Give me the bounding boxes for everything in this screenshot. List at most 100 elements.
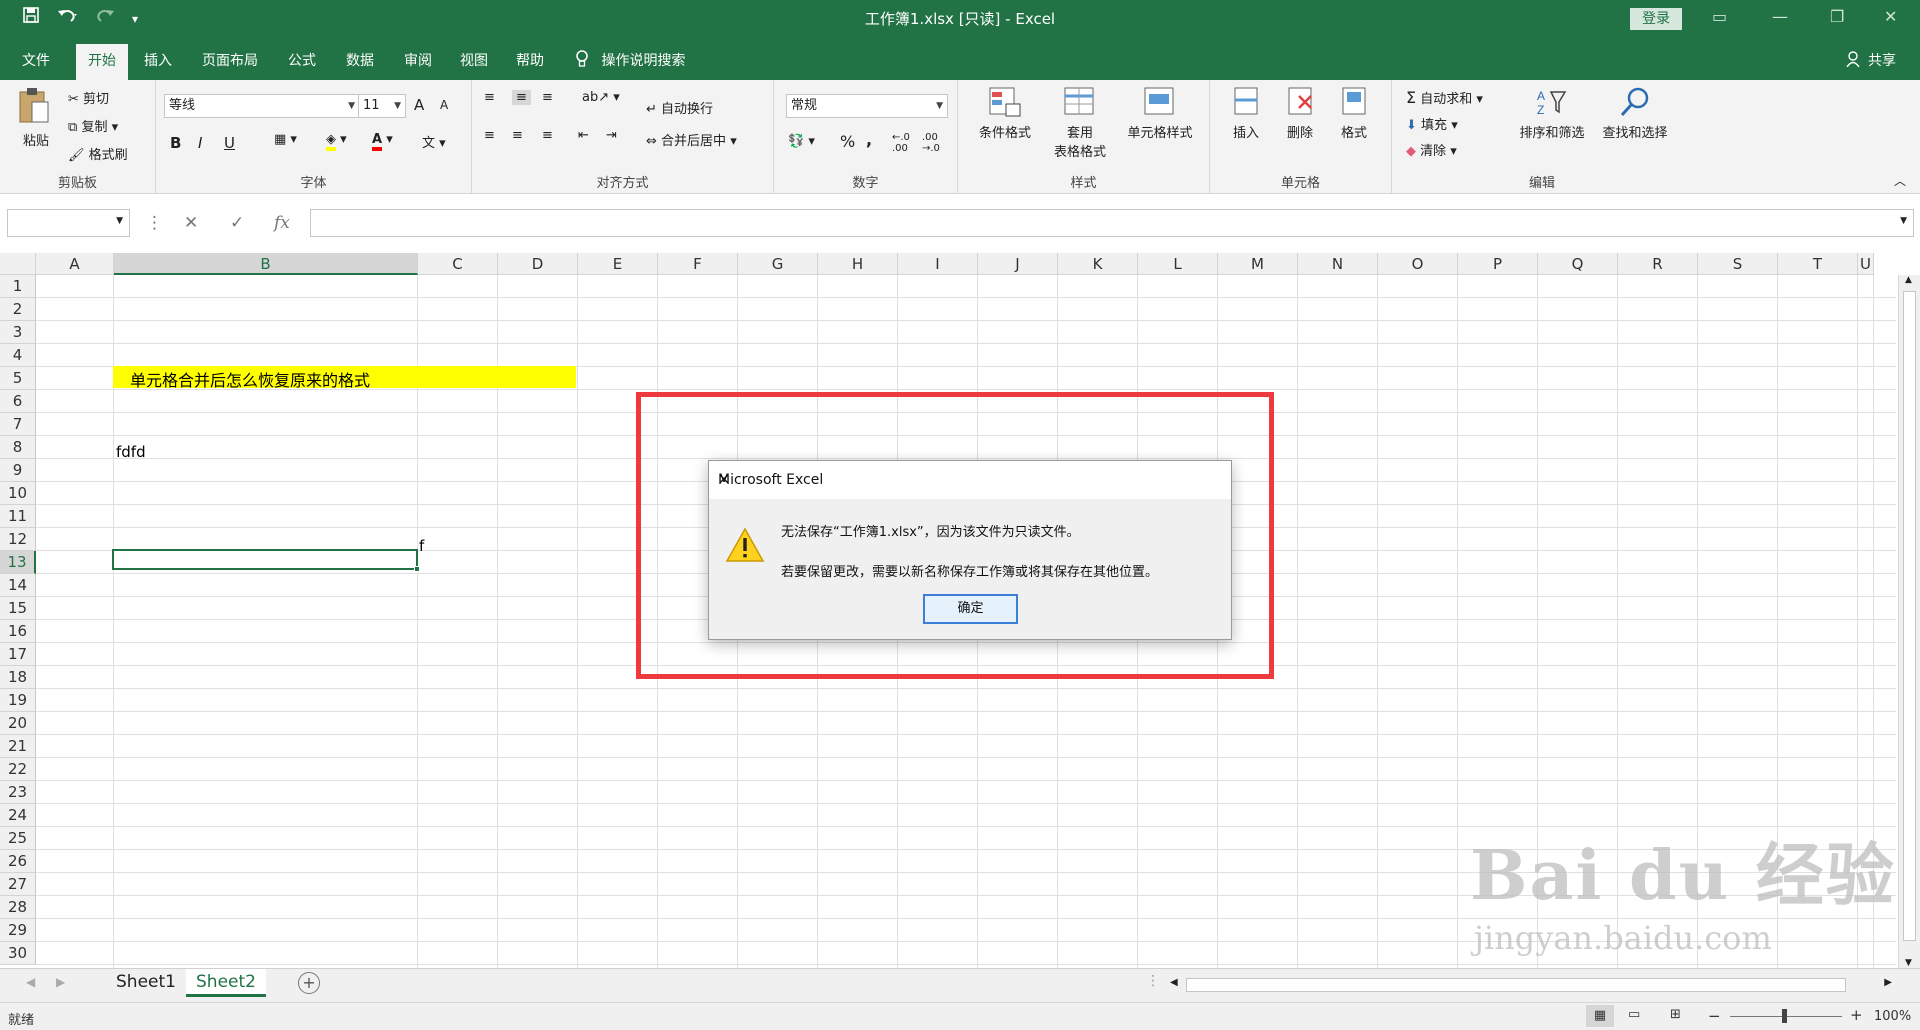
- column-header-t[interactable]: T: [1778, 253, 1858, 275]
- column-header-s[interactable]: S: [1698, 253, 1778, 275]
- percent-button[interactable]: %: [840, 132, 855, 151]
- format-cells-button[interactable]: 格式: [1330, 86, 1378, 141]
- number-format-combo[interactable]: 常规 ▼: [786, 94, 948, 118]
- row-header-20[interactable]: 20: [0, 712, 36, 735]
- column-header-f[interactable]: F: [658, 253, 738, 275]
- row-header-14[interactable]: 14: [0, 574, 36, 597]
- sheet-tab-sheet1[interactable]: Sheet1: [106, 969, 186, 997]
- fill-color-button[interactable]: ◈ ▾: [326, 132, 347, 151]
- row-header-18[interactable]: 18: [0, 666, 36, 689]
- column-header-g[interactable]: G: [738, 253, 818, 275]
- align-center-icon[interactable]: ≡: [512, 128, 523, 143]
- tab-view[interactable]: 视图: [460, 50, 488, 70]
- insert-cells-button[interactable]: 插入: [1222, 86, 1270, 141]
- row-header-5[interactable]: 5: [0, 367, 36, 390]
- column-header-c[interactable]: C: [418, 253, 498, 275]
- paste-button[interactable]: 粘贴: [16, 86, 56, 156]
- tab-data[interactable]: 数据: [346, 50, 374, 70]
- row-header-9[interactable]: 9: [0, 459, 36, 482]
- row-header-1[interactable]: 1: [0, 275, 36, 298]
- column-header-o[interactable]: O: [1378, 253, 1458, 275]
- column-header-q[interactable]: Q: [1538, 253, 1618, 275]
- horizontal-scroll-thumb[interactable]: [1186, 978, 1846, 992]
- cut-button[interactable]: ✂ 剪切: [68, 88, 109, 107]
- scroll-up-icon[interactable]: ▲: [1905, 275, 1912, 285]
- row-header-8[interactable]: 8: [0, 436, 36, 459]
- align-middle-icon[interactable]: ≡: [512, 90, 531, 105]
- select-all-corner[interactable]: [0, 253, 36, 275]
- row-header-19[interactable]: 19: [0, 689, 36, 712]
- vertical-scroll-thumb[interactable]: [1903, 291, 1916, 941]
- restore-icon[interactable]: ❐: [1830, 7, 1844, 26]
- row-header-3[interactable]: 3: [0, 321, 36, 344]
- font-color-button[interactable]: A ▾: [372, 132, 393, 151]
- italic-button[interactable]: I: [198, 134, 202, 152]
- add-sheet-icon[interactable]: +: [298, 972, 320, 994]
- row-header-26[interactable]: 26: [0, 850, 36, 873]
- row-header-29[interactable]: 29: [0, 919, 36, 942]
- row-header-21[interactable]: 21: [0, 735, 36, 758]
- tab-file[interactable]: 文件: [22, 50, 50, 70]
- close-window-icon[interactable]: ✕: [1884, 7, 1897, 26]
- tab-page-layout[interactable]: 页面布局: [202, 50, 258, 70]
- column-header-a[interactable]: A: [36, 253, 114, 275]
- row-header-4[interactable]: 4: [0, 344, 36, 367]
- cell-b9[interactable]: fdfd: [116, 443, 146, 461]
- page-layout-view-icon[interactable]: ▭: [1628, 1007, 1640, 1022]
- page-break-view-icon[interactable]: ⊞: [1670, 1007, 1681, 1022]
- tab-review[interactable]: 审阅: [404, 50, 432, 70]
- name-box[interactable]: ▼: [7, 209, 130, 237]
- tab-help[interactable]: 帮助: [516, 50, 544, 70]
- zoom-slider[interactable]: [1730, 1009, 1842, 1023]
- column-header-m[interactable]: M: [1218, 253, 1298, 275]
- dialog-close-icon[interactable]: ✕: [718, 472, 1219, 488]
- share-button[interactable]: 共享: [1845, 50, 1896, 70]
- zoom-out-button[interactable]: −: [1708, 1007, 1721, 1025]
- row-header-23[interactable]: 23: [0, 781, 36, 804]
- zoom-slider-thumb[interactable]: [1782, 1009, 1787, 1023]
- row-header-11[interactable]: 11: [0, 505, 36, 528]
- expand-formula-icon[interactable]: ▼: [1900, 216, 1907, 226]
- zoom-in-button[interactable]: +: [1850, 1006, 1863, 1024]
- conditional-formatting-button[interactable]: 条件格式: [970, 86, 1040, 141]
- row-header-25[interactable]: 25: [0, 827, 36, 850]
- vertical-scrollbar[interactable]: ▲ ▼: [1898, 275, 1920, 968]
- scroll-right-icon[interactable]: ▶: [1884, 977, 1892, 988]
- align-bottom-icon[interactable]: ≡: [542, 90, 553, 105]
- fill-button[interactable]: ⬇ 填充 ▾: [1406, 114, 1458, 133]
- scroll-down-icon[interactable]: ▼: [1905, 958, 1912, 968]
- zoom-level[interactable]: 100%: [1874, 1009, 1911, 1024]
- merge-center-button[interactable]: ⇔ 合并后居中 ▾: [646, 130, 737, 149]
- scroll-left-icon[interactable]: ◀: [1170, 977, 1178, 988]
- row-header-13[interactable]: 13: [0, 551, 36, 574]
- sort-filter-button[interactable]: AZ 排序和筛选: [1512, 86, 1592, 141]
- decrease-decimal-icon[interactable]: .00 →.0: [922, 132, 940, 154]
- column-header-b[interactable]: B: [114, 253, 418, 275]
- tab-insert[interactable]: 插入: [144, 50, 172, 70]
- increase-indent-icon[interactable]: ⇥: [606, 128, 617, 143]
- increase-decimal-icon[interactable]: ←.0.00: [892, 132, 910, 154]
- horizontal-scrollbar[interactable]: ◀ ▶: [1168, 977, 1894, 993]
- row-header-2[interactable]: 2: [0, 298, 36, 321]
- row-header-15[interactable]: 15: [0, 597, 36, 620]
- column-header-j[interactable]: J: [978, 253, 1058, 275]
- active-cell-selection[interactable]: [112, 549, 418, 570]
- row-header-22[interactable]: 22: [0, 758, 36, 781]
- tab-split-handle[interactable]: ⋮: [1146, 973, 1160, 989]
- border-button[interactable]: ▦ ▾: [274, 132, 297, 147]
- comma-button[interactable]: ,: [866, 130, 872, 149]
- delete-cells-button[interactable]: 删除: [1276, 86, 1324, 141]
- column-header-l[interactable]: L: [1138, 253, 1218, 275]
- find-select-button[interactable]: 查找和选择: [1594, 86, 1676, 141]
- normal-view-icon[interactable]: ▦: [1586, 1005, 1614, 1027]
- row-header-12[interactable]: 12: [0, 528, 36, 551]
- decrease-indent-icon[interactable]: ⇤: [578, 128, 589, 143]
- clear-button[interactable]: ◆ 清除 ▾: [1406, 140, 1457, 159]
- minimize-icon[interactable]: —: [1772, 7, 1788, 26]
- format-painter-button[interactable]: 🖌 格式刷: [68, 144, 128, 163]
- fill-handle[interactable]: [414, 566, 420, 572]
- enter-icon[interactable]: ✓: [230, 213, 244, 233]
- tell-me-search[interactable]: 操作说明搜索: [575, 50, 685, 70]
- column-header-u[interactable]: U: [1858, 253, 1874, 275]
- ribbon-display-icon[interactable]: ▭: [1712, 7, 1727, 26]
